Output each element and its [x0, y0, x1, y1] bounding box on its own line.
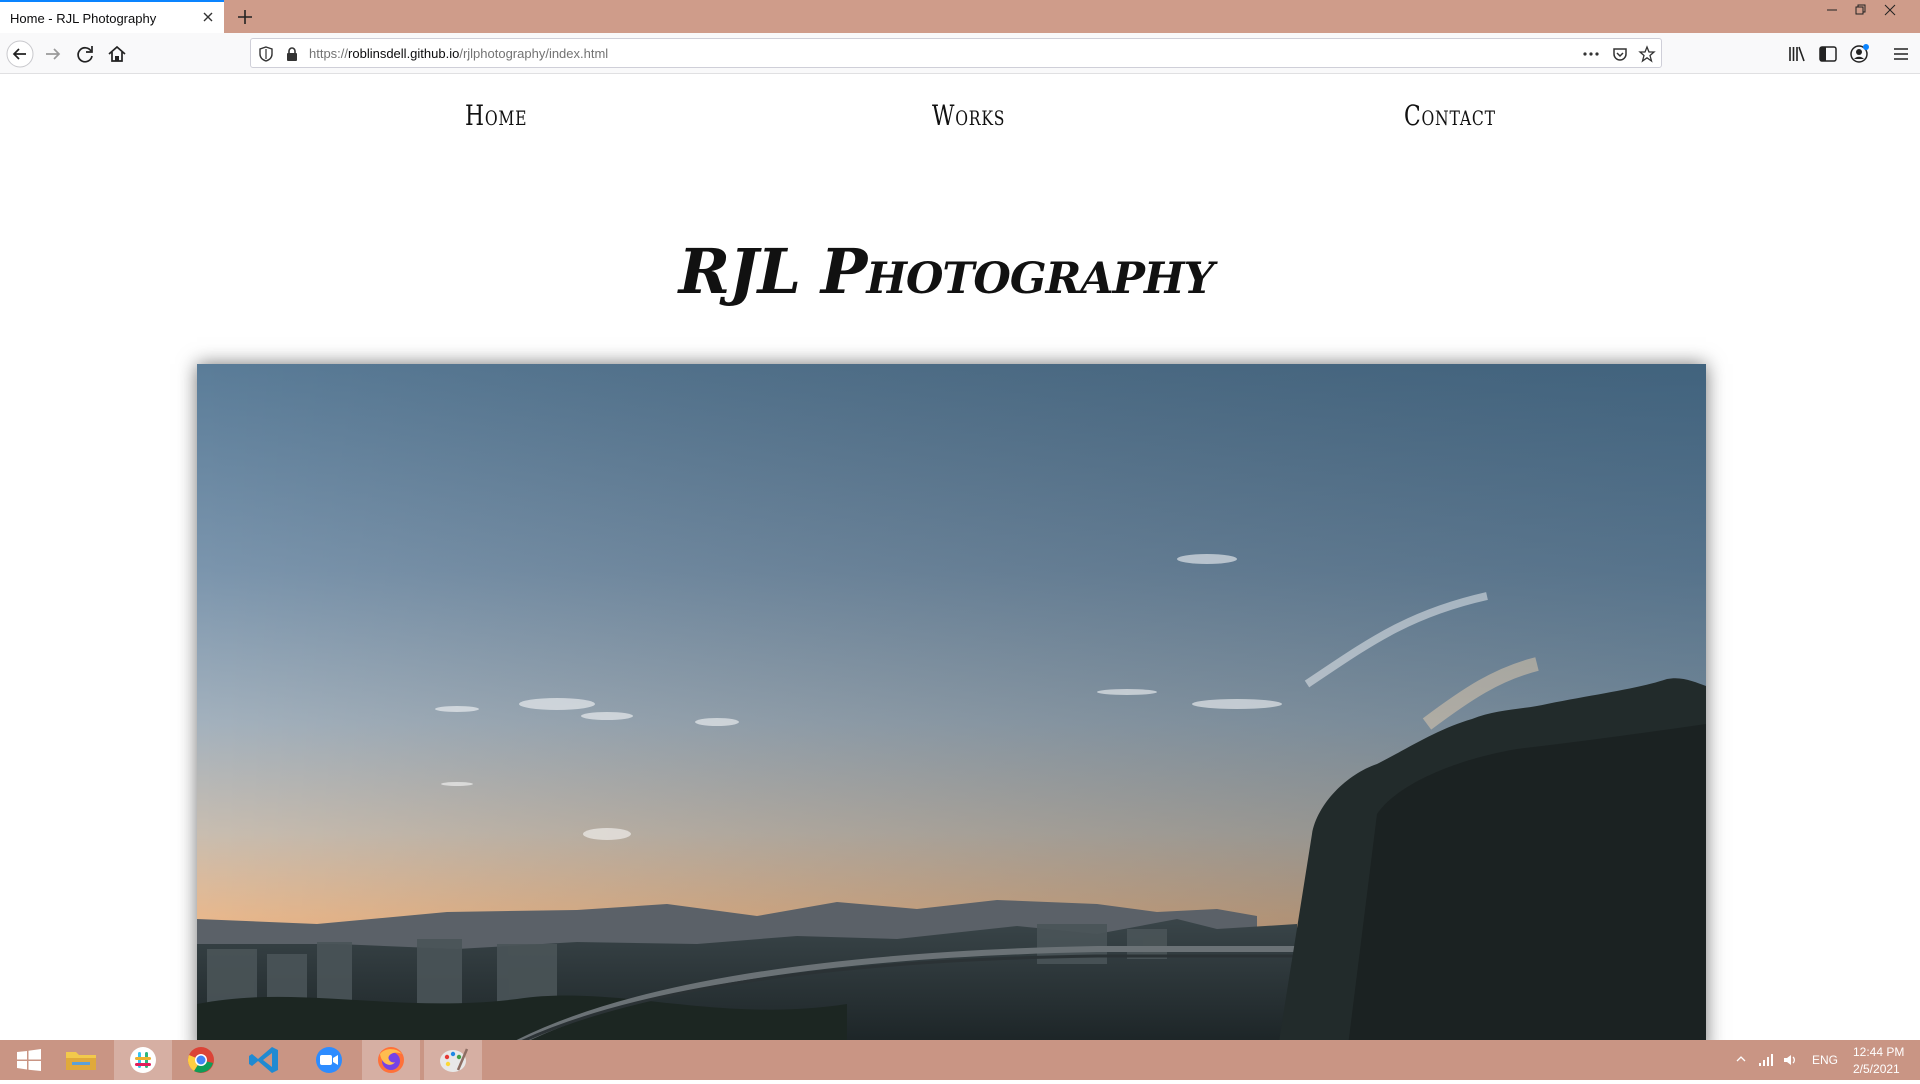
paint-palette-icon — [440, 1048, 469, 1072]
site-title: RJL Photography — [678, 235, 1215, 308]
url-host: roblinsdell.github.io — [348, 46, 460, 61]
url-text[interactable]: https://roblinsdell.github.io/rjlphotogr… — [309, 46, 608, 61]
web-page: Home Works Contact RJL Photography — [0, 75, 1920, 1040]
start-button[interactable] — [0, 1040, 58, 1080]
taskbar-zoom[interactable] — [300, 1040, 358, 1080]
vscode-icon — [249, 1047, 278, 1073]
nav-link-contact[interactable]: Contact — [1404, 99, 1496, 132]
windows-logo-icon — [17, 1049, 41, 1071]
library-icon[interactable] — [1784, 41, 1810, 67]
reload-icon[interactable] — [72, 41, 98, 67]
account-icon[interactable] — [1846, 41, 1872, 67]
hero-photo — [197, 364, 1706, 1040]
firefox-icon — [378, 1047, 404, 1073]
zoom-icon — [316, 1047, 342, 1073]
bookmark-star-icon[interactable] — [1638, 45, 1656, 63]
home-icon[interactable] — [104, 41, 130, 67]
more-actions-icon[interactable] — [1582, 45, 1600, 63]
close-tab-icon[interactable] — [200, 9, 216, 25]
slack-icon — [130, 1047, 156, 1073]
tab-strip: Home - RJL Photography — [0, 0, 1920, 33]
sidebar-icon[interactable] — [1815, 41, 1841, 67]
address-bar[interactable]: https://roblinsdell.github.io/rjlphotogr… — [250, 38, 1662, 68]
sunset-landscape-image — [197, 364, 1706, 1040]
forward-icon[interactable] — [40, 41, 66, 67]
new-tab-icon[interactable] — [233, 5, 257, 29]
folder-icon — [66, 1052, 96, 1070]
chrome-icon — [187, 1047, 214, 1073]
taskbar-firefox[interactable] — [362, 1040, 420, 1080]
tracking-shield-icon[interactable] — [257, 45, 275, 63]
url-path: /rjlphotography/index.html — [459, 46, 609, 61]
lock-icon[interactable] — [283, 45, 301, 63]
volume-icon[interactable] — [1782, 1052, 1798, 1068]
show-hidden-icons-icon[interactable] — [1736, 1054, 1746, 1064]
url-prefix: https:// — [309, 46, 349, 61]
taskbar-file-explorer[interactable] — [52, 1040, 110, 1080]
restore-icon[interactable] — [1846, 0, 1874, 20]
input-language[interactable]: ENG — [1812, 1053, 1838, 1067]
taskbar-slack[interactable] — [114, 1040, 172, 1080]
windows-taskbar: ENG 12:44 PM 2/5/2021 — [0, 1040, 1920, 1080]
close-window-icon[interactable] — [1876, 0, 1904, 20]
tab-title: Home - RJL Photography — [10, 11, 157, 26]
clock-time[interactable]: 12:44 PM — [1853, 1045, 1904, 1059]
browser-toolbar: https://roblinsdell.github.io/rjlphotogr… — [0, 33, 1920, 74]
nav-link-home[interactable]: Home — [465, 99, 527, 132]
network-icon[interactable] — [1758, 1052, 1774, 1068]
menu-icon[interactable] — [1888, 41, 1914, 67]
back-icon[interactable] — [6, 40, 34, 68]
taskbar-chrome[interactable] — [172, 1040, 230, 1080]
pocket-icon[interactable] — [1611, 45, 1629, 63]
clock-date[interactable]: 2/5/2021 — [1853, 1062, 1900, 1076]
browser-tab-active[interactable]: Home - RJL Photography — [0, 0, 224, 33]
minimize-icon[interactable] — [1818, 0, 1846, 20]
taskbar-vscode[interactable] — [236, 1040, 294, 1080]
nav-link-works[interactable]: Works — [932, 99, 1005, 132]
taskbar-paint[interactable] — [424, 1040, 482, 1080]
